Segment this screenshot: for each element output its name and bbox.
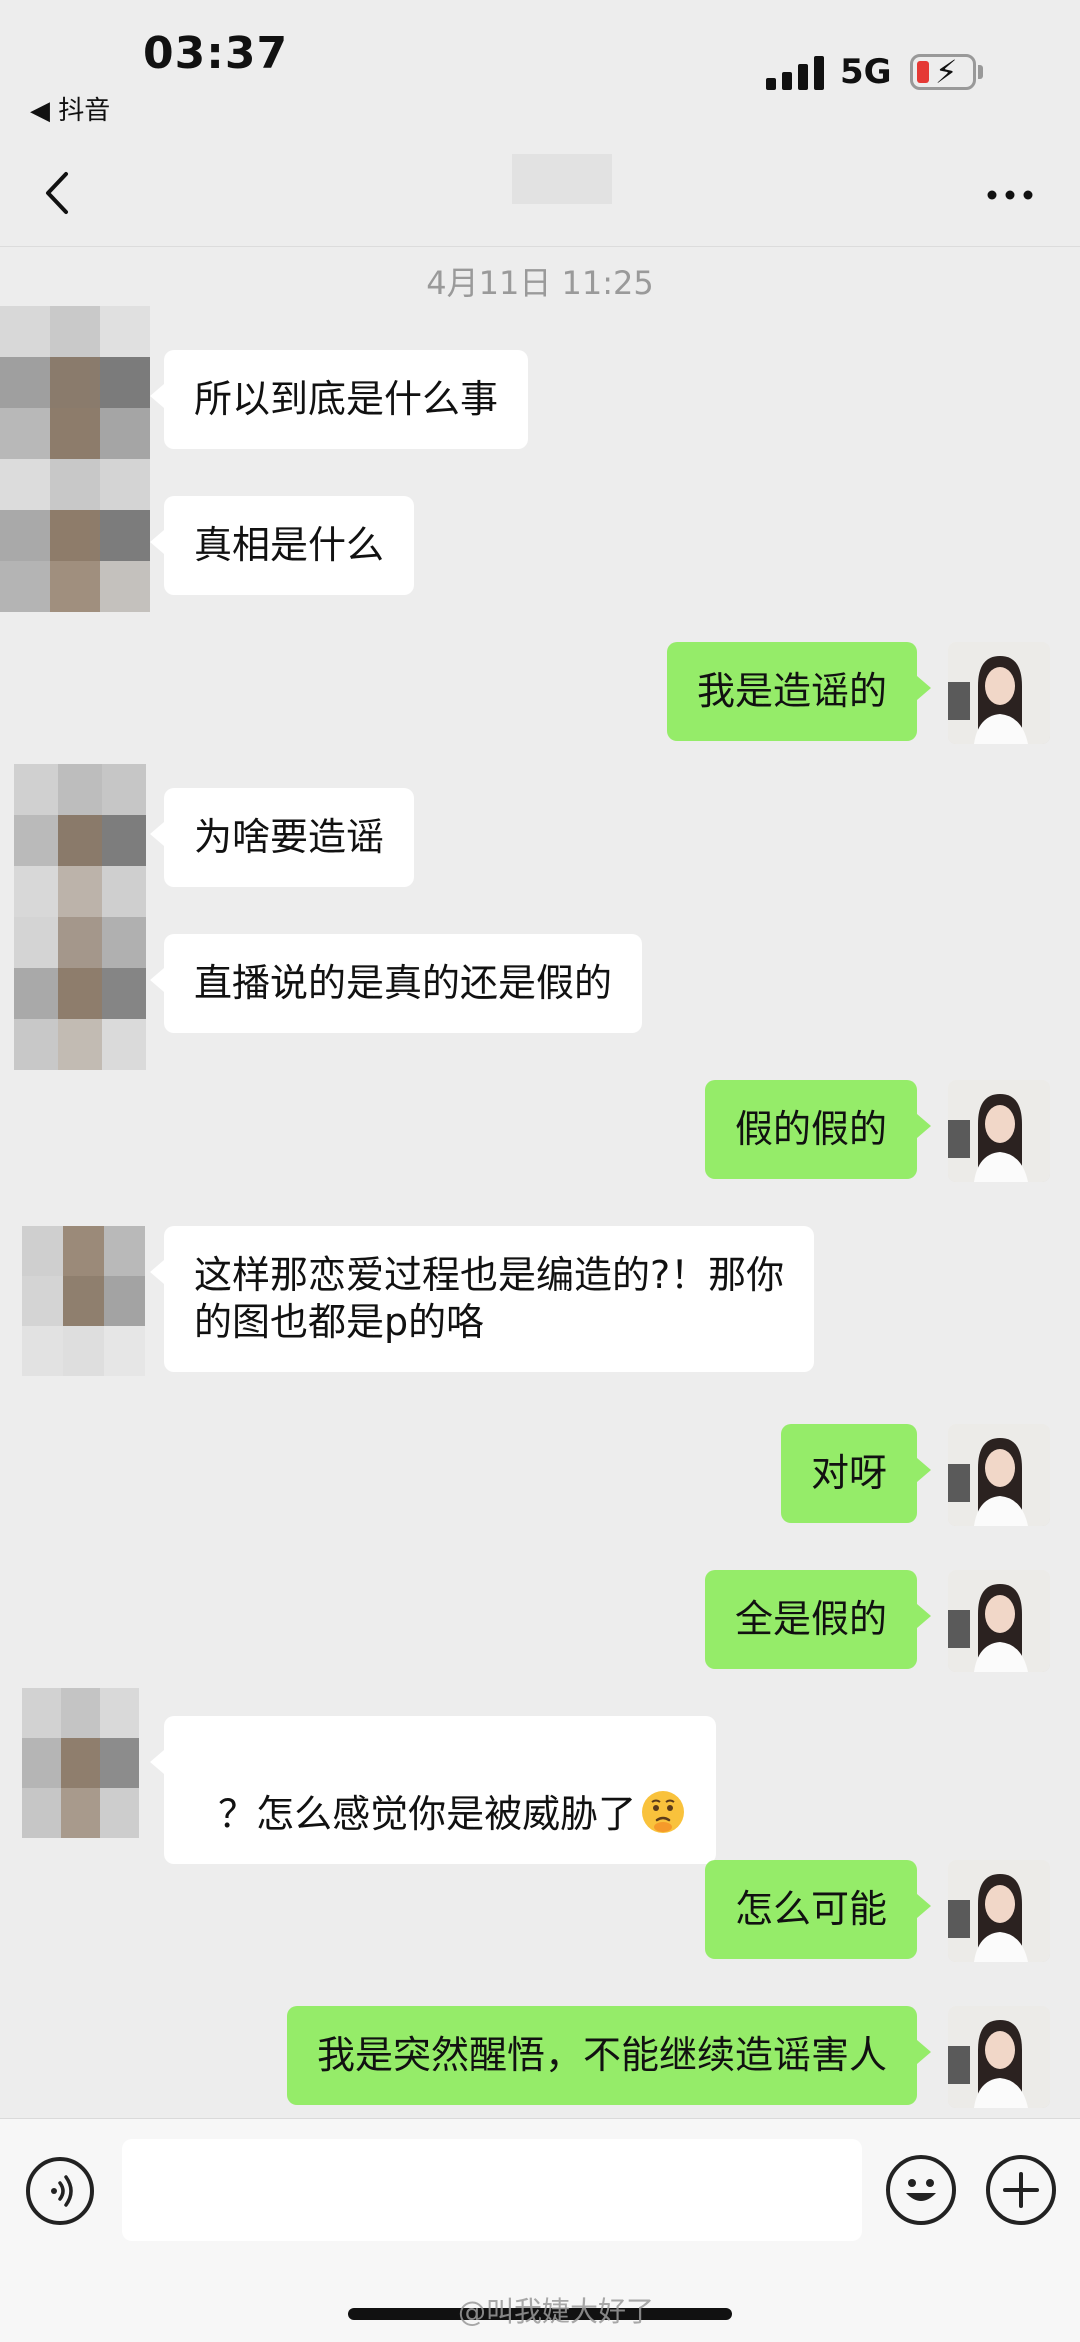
user-avatar-photo bbox=[948, 1080, 1050, 1182]
thinking-face-emoji-icon bbox=[642, 1791, 685, 1833]
chat-nav-bar bbox=[0, 140, 1080, 247]
user-avatar-photo bbox=[948, 642, 1050, 744]
back-button[interactable] bbox=[38, 168, 78, 218]
message-bubble-outgoing[interactable]: 全是假的 bbox=[704, 1570, 932, 1669]
user-avatar-photo bbox=[948, 2006, 1050, 2108]
user-avatar-photo bbox=[948, 1424, 1050, 1526]
avatar[interactable] bbox=[948, 1080, 1050, 1182]
chevron-left-icon bbox=[46, 172, 68, 214]
voice-input-button[interactable] bbox=[26, 2157, 94, 2225]
message-bubble-outgoing[interactable]: 对呀 bbox=[780, 1424, 932, 1523]
message-bubble-incoming[interactable]: ？怎么感觉你是被威胁了 bbox=[149, 1716, 717, 1864]
user-avatar-photo bbox=[948, 1860, 1050, 1962]
avatar[interactable] bbox=[948, 1424, 1050, 1526]
chat-title-redacted bbox=[512, 154, 612, 204]
plus-icon bbox=[1003, 2172, 1039, 2208]
message-bubble-outgoing[interactable]: 我是突然醒悟，不能继续造谣害人 bbox=[286, 2006, 932, 2105]
message-bubble-incoming[interactable]: 所以到底是什么事 bbox=[149, 350, 529, 449]
avatar-pixelated bbox=[0, 306, 150, 612]
message-bubble-outgoing[interactable]: 怎么可能 bbox=[704, 1860, 932, 1959]
battery-tip bbox=[978, 65, 983, 79]
avatar-pixelated bbox=[22, 1688, 140, 1840]
more-button[interactable] bbox=[984, 180, 1036, 210]
back-to-app-link[interactable]: ◀ 抖音 bbox=[30, 90, 110, 127]
message-text: ？怎么感觉你是被威胁了 bbox=[218, 1792, 637, 1836]
more-dots-icon bbox=[987, 190, 1033, 200]
watermark: @叫我婕大好了 bbox=[458, 2295, 655, 2328]
smiley-icon bbox=[906, 2179, 936, 2201]
more-functions-button[interactable] bbox=[986, 2155, 1056, 2225]
avatar[interactable] bbox=[948, 1570, 1050, 1672]
message-bubble-incoming[interactable]: 真相是什么 bbox=[149, 496, 415, 595]
message-bubble-incoming[interactable]: 直播说的是真的还是假的 bbox=[149, 934, 643, 1033]
emoji-button[interactable] bbox=[886, 2155, 956, 2225]
message-bubble-incoming[interactable]: 为啥要造谣 bbox=[149, 788, 415, 887]
message-bubble-incoming[interactable]: 这样那恋爱过程也是编造的?！那你 的图也都是p的咯 bbox=[149, 1226, 815, 1372]
battery-icon: ⚡ bbox=[910, 53, 976, 91]
message-bubble-outgoing[interactable]: 假的假的 bbox=[704, 1080, 932, 1179]
avatar[interactable] bbox=[948, 2006, 1050, 2108]
message-bubble-outgoing[interactable]: 我是造谣的 bbox=[666, 642, 932, 741]
avatar-pixelated bbox=[14, 764, 146, 1070]
network-type: 5G bbox=[840, 52, 892, 92]
status-time: 03:37 bbox=[143, 28, 289, 79]
voice-wave-icon bbox=[51, 2175, 73, 2207]
avatar[interactable] bbox=[948, 1860, 1050, 1962]
avatar-pixelated bbox=[22, 1226, 146, 1376]
message-input[interactable] bbox=[122, 2139, 862, 2241]
avatar[interactable] bbox=[948, 642, 1050, 744]
status-bar: 03:37 ◀ 抖音 5G ⚡ bbox=[0, 0, 1080, 140]
user-avatar-photo bbox=[948, 1570, 1050, 1672]
signal-icon bbox=[766, 56, 824, 90]
chat-timestamp: 4月11日 11:25 bbox=[426, 264, 654, 302]
